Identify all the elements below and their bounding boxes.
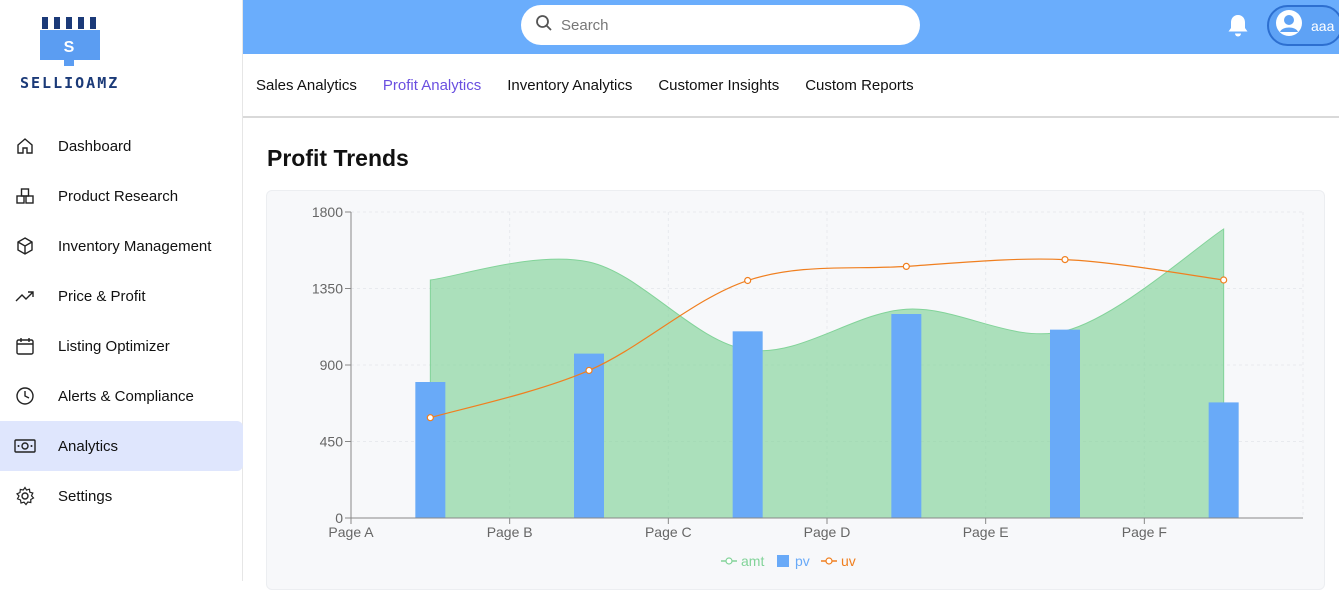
cash-icon bbox=[14, 435, 36, 457]
y-tick-label: 1800 bbox=[312, 204, 343, 220]
x-tick-label: Page D bbox=[804, 524, 851, 540]
sidebar-item-label: Listing Optimizer bbox=[58, 337, 170, 355]
search-icon bbox=[535, 14, 553, 37]
y-tick-label: 1350 bbox=[312, 281, 343, 297]
sidebar-item-dashboard[interactable]: Dashboard bbox=[0, 121, 243, 171]
calendar-icon bbox=[14, 335, 36, 357]
series-pv-bar bbox=[1050, 329, 1080, 518]
legend-uv-marker bbox=[825, 557, 833, 565]
page-title: Profit Trends bbox=[267, 145, 409, 171]
cube-icon bbox=[14, 235, 36, 257]
sidebar-item-product-research[interactable]: Product Research bbox=[0, 171, 243, 221]
sidebar-item-label: Price & Profit bbox=[58, 287, 146, 305]
series-pv-bar bbox=[891, 314, 922, 518]
logo-letter: S bbox=[64, 39, 75, 56]
gear-icon bbox=[14, 485, 36, 507]
user-name: aaa bbox=[1311, 17, 1335, 34]
legend-amt-marker bbox=[725, 557, 733, 565]
avatar-icon bbox=[1275, 9, 1303, 42]
sidebar-item-label: Product Research bbox=[58, 187, 179, 205]
series-pv-bar bbox=[732, 331, 763, 518]
brand-name: SELLIOAMZ bbox=[20, 74, 120, 92]
boxes-icon bbox=[14, 185, 36, 207]
sidebar-item-price-profit[interactable]: Price & Profit bbox=[0, 271, 243, 321]
sidebar-item-label: Inventory Management bbox=[58, 237, 212, 255]
x-tick-label: Page E bbox=[963, 524, 1009, 540]
tab-sales-analytics[interactable]: Sales Analytics bbox=[256, 77, 357, 94]
series-uv-point bbox=[426, 414, 434, 422]
sidebar-item-alerts-compliance[interactable]: Alerts & Compliance bbox=[0, 371, 243, 421]
sidebar-item-analytics[interactable]: Analytics bbox=[0, 421, 243, 471]
analytics-tabs: Sales Analytics Profit Analytics Invento… bbox=[243, 54, 1339, 118]
sidebar-item-label: Dashboard bbox=[58, 137, 132, 155]
series-uv-point bbox=[585, 366, 593, 375]
profit-trends-chart: 045090013501800Page A Page B Page C Page DP… bbox=[312, 204, 1304, 569]
sidebar-item-label: Settings bbox=[58, 487, 113, 505]
series-uv-point bbox=[1061, 255, 1069, 264]
sidebar-item-inventory-management[interactable]: Inventory Management bbox=[0, 221, 243, 271]
legend-amt-label: amt bbox=[741, 553, 764, 569]
x-tick-label: Page F bbox=[1122, 524, 1167, 540]
y-tick-label: 450 bbox=[320, 434, 344, 450]
tab-customer-insights[interactable]: Customer Insights bbox=[658, 77, 779, 94]
series-uv-point bbox=[1220, 276, 1228, 284]
series-uv-point bbox=[902, 262, 910, 271]
legend-uv-label: uv bbox=[841, 553, 856, 569]
sidebar-nav: Dashboard Product Research Inventory Man… bbox=[0, 121, 243, 521]
x-tick-label: Page A bbox=[328, 524, 374, 540]
series-pv-bar bbox=[574, 353, 604, 518]
bell-icon[interactable] bbox=[1226, 13, 1250, 44]
x-tick-label: Page B bbox=[487, 524, 533, 540]
y-tick-label: 900 bbox=[320, 357, 344, 373]
sidebar-item-label: Alerts & Compliance bbox=[58, 387, 194, 405]
tab-inventory-analytics[interactable]: Inventory Analytics bbox=[507, 77, 632, 94]
tab-custom-reports[interactable]: Custom Reports bbox=[805, 77, 913, 94]
search-box[interactable] bbox=[521, 5, 920, 45]
sidebar-item-settings[interactable]: Settings bbox=[0, 471, 243, 521]
series-uv-point bbox=[744, 276, 752, 285]
home-icon bbox=[14, 135, 36, 157]
search-input[interactable] bbox=[561, 16, 891, 34]
sidebar: S SELLIOAMZ Dashboard Product Research I… bbox=[0, 0, 243, 581]
clock-icon bbox=[14, 385, 36, 407]
trending-up-icon bbox=[14, 285, 36, 307]
tab-profit-analytics[interactable]: Profit Analytics bbox=[383, 77, 481, 94]
profit-trends-chart-card: 0 450 900 1350 1800 Page A Page B Page C Page DP… bbox=[266, 190, 1325, 590]
series-pv-bar bbox=[1208, 402, 1239, 518]
legend-pv-swatch bbox=[777, 555, 789, 567]
x-tick-label: Page C bbox=[645, 524, 692, 540]
top-bar: aaa bbox=[243, 0, 1339, 54]
series-pv-bar bbox=[415, 382, 446, 518]
sidebar-item-listing-optimizer[interactable]: Listing Optimizer bbox=[0, 321, 243, 371]
sidebar-item-label: Analytics bbox=[58, 437, 119, 455]
user-menu-button[interactable]: aaa bbox=[1267, 5, 1339, 46]
legend-pv-label: pv bbox=[795, 553, 810, 569]
